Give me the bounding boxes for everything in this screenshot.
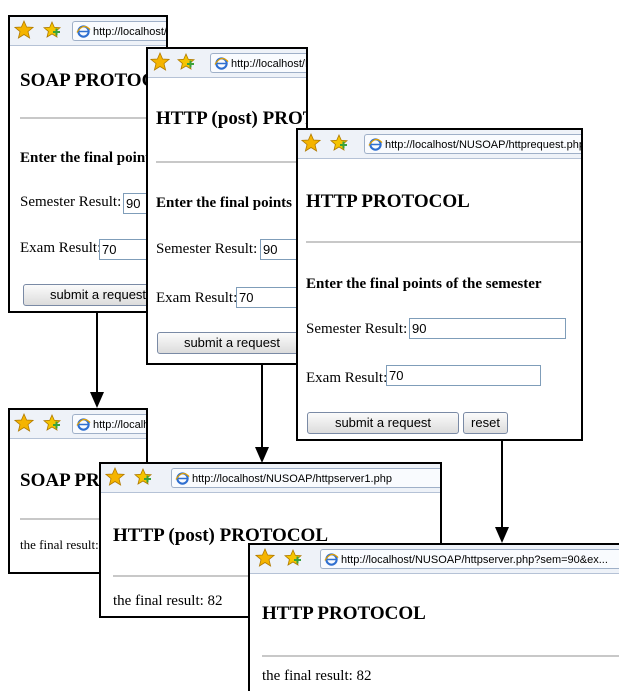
arrow-soap — [90, 313, 104, 408]
arrow-http-post — [255, 365, 269, 463]
flow-arrows — [90, 313, 509, 543]
arrow-http — [495, 441, 509, 543]
